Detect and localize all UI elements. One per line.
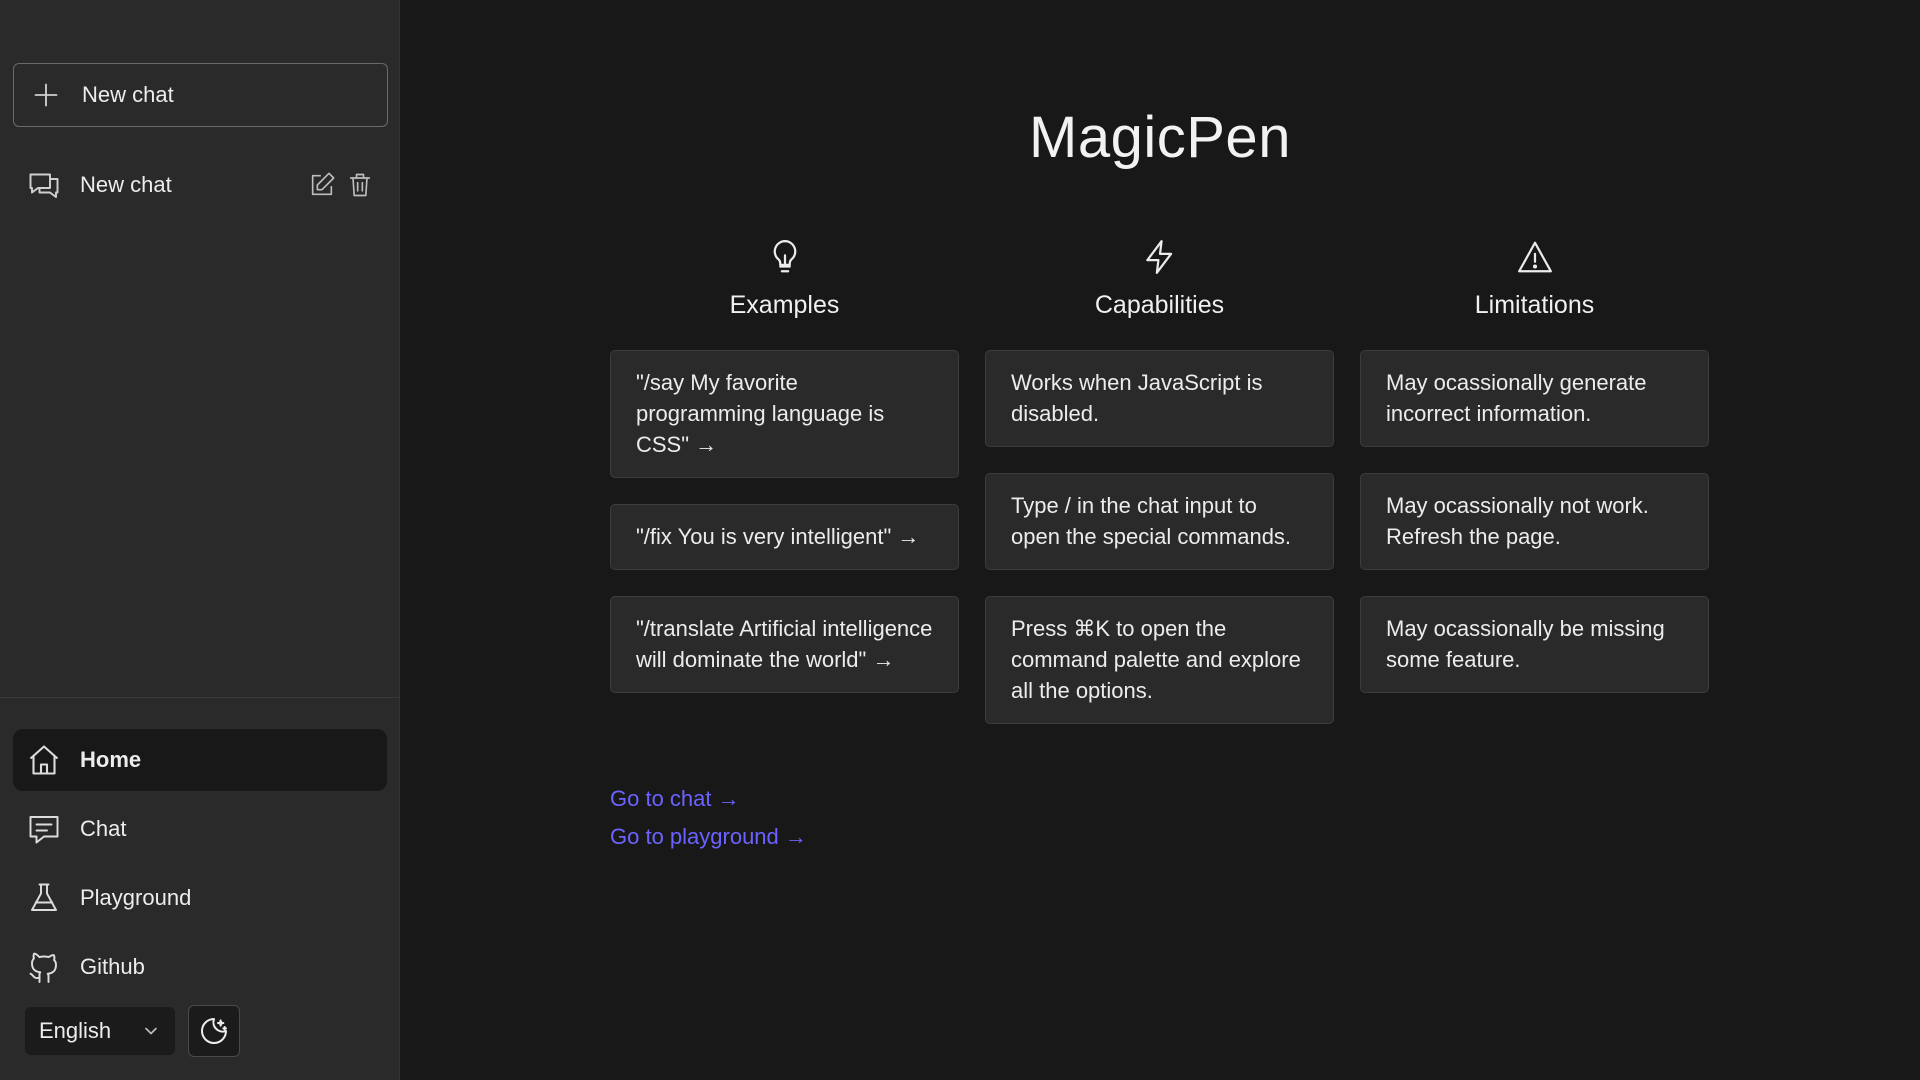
chat-list-item[interactable]: New chat <box>13 153 387 217</box>
capability-card: Press ⌘K to open the command palette and… <box>985 596 1334 724</box>
main-content: MagicPen Examples "/say My favorite prog… <box>400 0 1920 1080</box>
capability-card: Works when JavaScript is disabled. <box>985 350 1334 447</box>
new-chat-button-label: New chat <box>82 82 174 107</box>
column-heading: Capabilities <box>1094 291 1225 319</box>
page-title: MagicPen <box>1029 105 1291 170</box>
column-heading: Examples <box>729 291 840 319</box>
limitation-card: May ocassionally generate incorrect info… <box>1360 350 1709 447</box>
go-to-playground-link[interactable]: Go to playground → <box>610 818 807 856</box>
sidebar-nav: Home Chat Playground Github English <box>0 697 399 1080</box>
nav-item-home-label: Home <box>80 747 142 772</box>
chevron-down-icon <box>145 1027 157 1035</box>
quick-links: Go to chat → Go to playground → <box>610 780 807 856</box>
edit-icon[interactable] <box>308 171 336 199</box>
capability-card: Type / in the chat input to open the spe… <box>985 473 1334 570</box>
language-select-value: English <box>39 1018 112 1043</box>
example-card[interactable]: "/fix You is very intelligent" → <box>610 504 959 570</box>
sidebar-footer: English <box>13 1005 387 1057</box>
nav-item-playground-label: Playground <box>80 885 192 910</box>
nav-item-chat[interactable]: Chat <box>13 798 387 860</box>
github-icon <box>29 952 57 983</box>
nav-item-github[interactable]: Github <box>13 936 387 998</box>
theme-toggle-button[interactable] <box>188 1005 240 1057</box>
plus-icon <box>34 83 58 107</box>
trash-icon[interactable] <box>346 171 374 199</box>
column-heading: Limitations <box>1474 291 1595 319</box>
feature-columns: Examples "/say My favorite programming l… <box>610 238 1709 750</box>
warning-icon <box>1517 241 1552 273</box>
nav-item-playground[interactable]: Playground <box>13 867 387 929</box>
lightbulb-icon <box>773 240 796 273</box>
go-to-chat-link[interactable]: Go to chat → <box>610 780 807 818</box>
limitation-card: May ocassionally not work. Refresh the p… <box>1360 473 1709 570</box>
nav-item-github-label: Github <box>80 954 145 979</box>
new-chat-button[interactable]: New chat <box>13 63 388 127</box>
app-root: New chat New chat Home Chat Playground G… <box>0 0 1920 1080</box>
example-card[interactable]: "/say My favorite programming language i… <box>610 350 959 478</box>
chat-list-item-label: New chat <box>80 172 172 197</box>
column-capabilities: Capabilities Works when JavaScript is di… <box>985 238 1334 750</box>
chat-bubbles-icon <box>29 173 59 198</box>
nav-item-chat-label: Chat <box>80 816 127 841</box>
sidebar-top: New chat New chat <box>0 0 399 697</box>
moon-stars-icon <box>201 1018 227 1044</box>
column-limitations: Limitations May ocassionally generate in… <box>1360 238 1709 750</box>
limitation-card: May ocassionally be missing some feature… <box>1360 596 1709 693</box>
example-card[interactable]: "/translate Artificial intelligence will… <box>610 596 959 693</box>
column-examples: Examples "/say My favorite programming l… <box>610 238 959 750</box>
lightning-icon <box>1145 240 1172 274</box>
chat-icon <box>29 816 59 844</box>
flask-icon <box>31 883 57 911</box>
language-select[interactable]: English <box>25 1007 175 1055</box>
home-icon <box>29 745 59 775</box>
nav-item-home[interactable]: Home <box>13 729 387 791</box>
sidebar: New chat New chat Home Chat Playground G… <box>0 0 400 1080</box>
